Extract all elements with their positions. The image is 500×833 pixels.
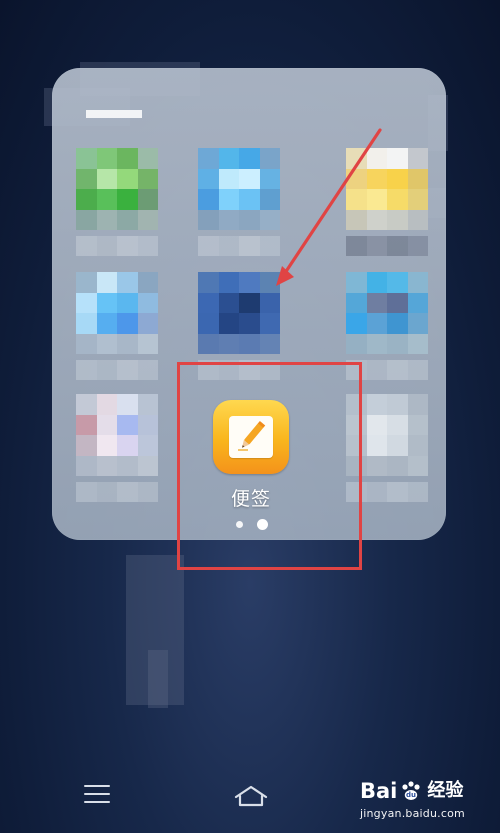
wallpaper-pixel (148, 650, 168, 708)
blurred-app-label (346, 236, 428, 256)
blurred-app-icon[interactable] (76, 148, 158, 230)
watermark-brand: Bai (360, 778, 398, 803)
svg-text:du: du (406, 791, 416, 799)
blurred-app-label (198, 236, 280, 256)
blurred-app-label (76, 236, 158, 256)
watermark-title: Bai du 经验 (360, 779, 482, 803)
paw-icon: du (402, 781, 420, 800)
watermark-url: jingyan.baidu.com (360, 807, 465, 820)
blurred-app-icon[interactable] (76, 272, 158, 354)
annotation-highlight-box (177, 362, 362, 570)
blurred-app-icon[interactable] (198, 148, 280, 230)
folder-title-pixelated (86, 110, 142, 118)
baidu-jingyan-watermark: Bai du 经验 jingyan.baidu.com (360, 779, 482, 823)
blurred-app-icon[interactable] (198, 272, 280, 354)
blurred-app-icon[interactable] (346, 148, 428, 230)
blurred-app-label (76, 360, 158, 380)
home-icon[interactable] (232, 781, 270, 811)
blurred-app-label (76, 482, 158, 502)
blurred-app-icon[interactable] (76, 394, 158, 476)
watermark-suffix: 经验 (427, 780, 464, 801)
blurred-app-icon[interactable] (346, 272, 428, 354)
menu-icon[interactable] (84, 785, 110, 805)
